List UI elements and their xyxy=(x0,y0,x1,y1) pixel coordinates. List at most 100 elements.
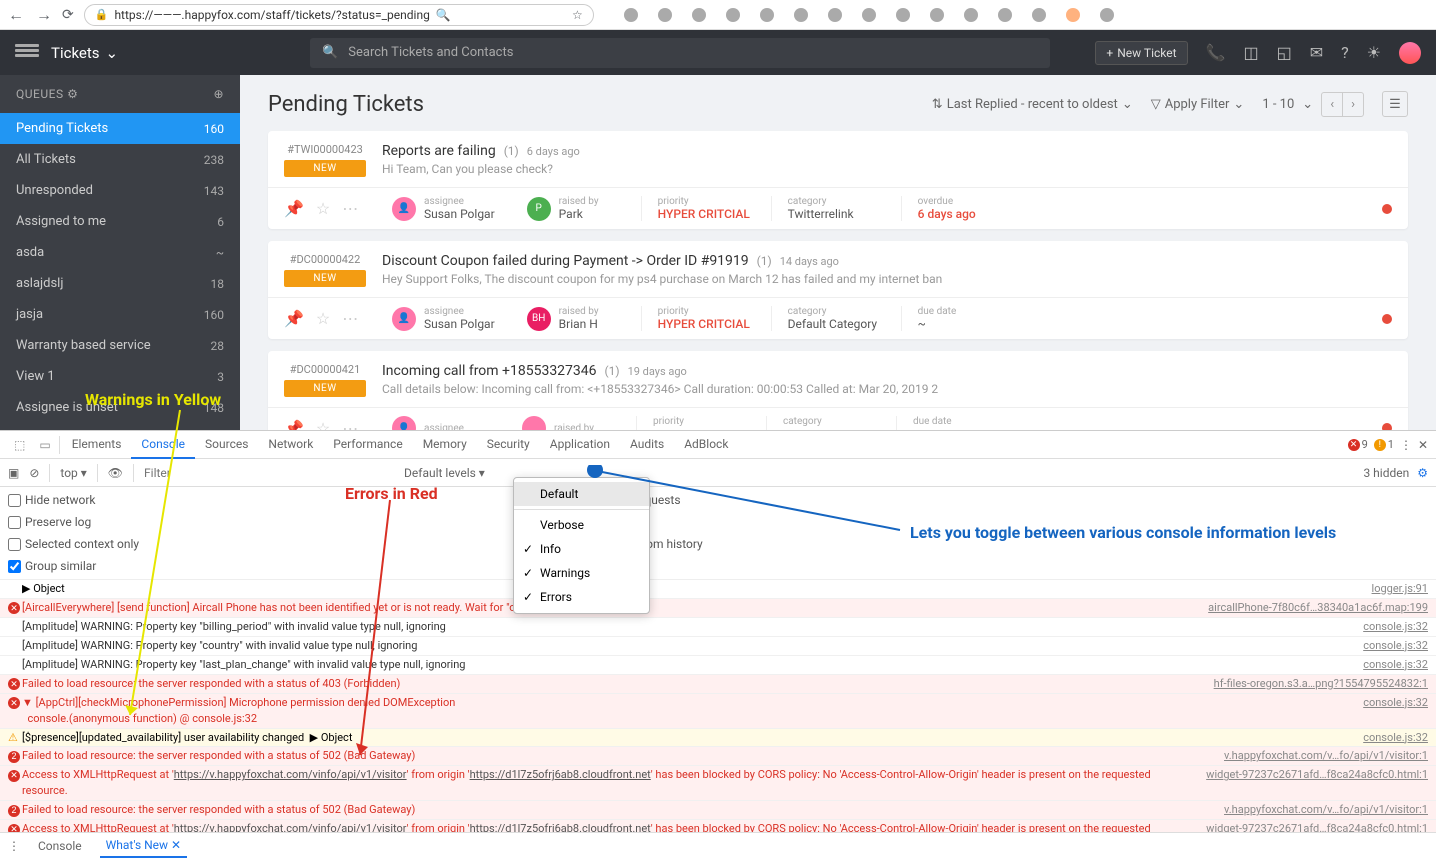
console-log-line[interactable]: ✕Access to XMLHttpRequest at 'https://v.… xyxy=(0,766,1436,801)
eye-icon[interactable]: 👁 xyxy=(108,466,123,480)
copy-icon[interactable]: ◱ xyxy=(1277,43,1292,62)
queue-item[interactable]: All Tickets238 xyxy=(0,144,240,175)
user-avatar[interactable] xyxy=(1399,42,1421,64)
console-filter-input[interactable] xyxy=(144,466,394,480)
ext-icon[interactable] xyxy=(930,8,944,22)
levels-option[interactable]: Verbose xyxy=(514,513,649,537)
devtools-tab[interactable]: AdBlock xyxy=(674,431,738,459)
forward-button[interactable]: → xyxy=(36,5,52,25)
sort-dropdown[interactable]: ⇅Last Replied - recent to oldest⌄ xyxy=(932,97,1133,112)
queue-item[interactable]: View 13 xyxy=(0,361,240,392)
pin-icon[interactable]: 📌 xyxy=(284,199,304,218)
console-log-line[interactable]: ✕Access to XMLHttpRequest at 'https://v.… xyxy=(0,820,1436,832)
console-setting[interactable]: Hide network xyxy=(8,493,139,507)
console-log-line[interactable]: [Amplitude] WARNING: Property key "last_… xyxy=(0,656,1436,675)
devtools-tab[interactable]: Performance xyxy=(323,431,412,459)
levels-option[interactable]: ✓Errors xyxy=(514,585,649,609)
devtools-tab[interactable]: Sources xyxy=(195,431,258,459)
inspect-icon[interactable]: ⬚ xyxy=(8,438,31,452)
console-setting[interactable]: Selected context only xyxy=(8,537,139,551)
reload-button[interactable]: ⟳ xyxy=(62,7,74,23)
devtools-tab[interactable]: Security xyxy=(477,431,540,459)
ticket-card[interactable]: #TWI00000423NEW Reports are failing(1)6 … xyxy=(268,131,1408,229)
context-select[interactable]: top ▾ xyxy=(60,466,86,480)
queue-item[interactable]: asda~ xyxy=(0,237,240,268)
ext-icon[interactable] xyxy=(692,8,706,22)
console-log-area[interactable]: ▶ Objectlogger.js:91✕[AircallEverywhere]… xyxy=(0,580,1436,832)
queue-item[interactable]: Warranty based service28 xyxy=(0,330,240,361)
ext-icon[interactable] xyxy=(624,8,638,22)
console-setting[interactable]: Group similar xyxy=(8,559,139,573)
warn-count[interactable]: !1 xyxy=(1374,438,1394,451)
console-log-line[interactable]: [Amplitude] WARNING: Property key "billi… xyxy=(0,618,1436,637)
more-icon[interactable]: ⋯ xyxy=(342,419,358,431)
console-log-line[interactable]: ✕[AircallEverywhere] [send function] Air… xyxy=(0,599,1436,618)
drawer-tab-whatsnew[interactable]: What's New ✕ xyxy=(100,834,187,858)
inbox-icon[interactable]: ✉ xyxy=(1310,43,1323,62)
console-setting[interactable]: Preserve log xyxy=(8,515,139,529)
queue-item[interactable]: jasja160 xyxy=(0,299,240,330)
ext-icon[interactable] xyxy=(1100,8,1114,22)
levels-dropdown[interactable]: Default levels ▾ xyxy=(404,466,485,480)
settings-icon[interactable]: ☀ xyxy=(1367,43,1381,62)
app-logo[interactable] xyxy=(15,44,39,62)
ticket-card[interactable]: #DC00000421NEW Incoming call from +18553… xyxy=(268,351,1408,430)
star-icon[interactable]: ☆ xyxy=(316,309,330,328)
console-settings-icon[interactable]: ⚙ xyxy=(1417,466,1428,480)
ext-icon[interactable] xyxy=(964,8,978,22)
ext-icon[interactable] xyxy=(760,8,774,22)
devtools-tab[interactable]: Network xyxy=(258,431,323,459)
queue-item[interactable]: Assigned to me6 xyxy=(0,206,240,237)
queue-item[interactable]: Assignee is unset148 xyxy=(0,392,240,423)
levels-option[interactable]: Default xyxy=(514,482,649,506)
console-log-line[interactable]: [Amplitude] WARNING: Property key "count… xyxy=(0,637,1436,656)
clear-console-icon[interactable]: ⊘ xyxy=(29,466,39,480)
devtools-tab[interactable]: Elements xyxy=(62,431,132,459)
search-url-icon[interactable]: 🔍 xyxy=(436,8,451,22)
next-page[interactable]: › xyxy=(1343,93,1363,116)
devtools-menu-icon[interactable]: ⋮ xyxy=(1400,438,1412,452)
star-icon[interactable]: ☆ xyxy=(316,199,330,218)
levels-option[interactable]: ✓Info xyxy=(514,537,649,561)
devtools-tab[interactable]: Console xyxy=(131,431,195,459)
pin-icon[interactable]: 📌 xyxy=(284,309,304,328)
ext-icon[interactable] xyxy=(1032,8,1046,22)
add-queue-button[interactable]: ⊕ xyxy=(213,87,224,101)
queue-item[interactable]: Pending Tickets160 xyxy=(0,113,240,144)
filter-dropdown[interactable]: ▽Apply Filter⌄ xyxy=(1151,97,1245,112)
sidebar-toggle-icon[interactable]: ▣ xyxy=(8,466,19,480)
pin-icon[interactable]: 📌 xyxy=(284,419,304,431)
help-icon[interactable]: ? xyxy=(1341,43,1349,62)
global-search[interactable]: 🔍 Search Tickets and Contacts xyxy=(310,38,1050,68)
star-icon[interactable]: ☆ xyxy=(316,419,330,431)
ext-icon[interactable] xyxy=(862,8,876,22)
levels-option[interactable]: ✓Warnings xyxy=(514,561,649,585)
prev-page[interactable]: ‹ xyxy=(1322,93,1343,116)
drawer-tab-console[interactable]: Console xyxy=(32,835,88,857)
drawer-menu-icon[interactable]: ⋮ xyxy=(8,839,20,853)
ext-icon[interactable] xyxy=(828,8,842,22)
console-log-line[interactable]: ⚠[$presence][updated_availability] user … xyxy=(0,729,1436,748)
ext-icon[interactable] xyxy=(726,8,740,22)
more-icon[interactable]: ⋯ xyxy=(342,199,358,218)
ext-icon[interactable] xyxy=(658,8,672,22)
ext-icon[interactable] xyxy=(1066,8,1080,22)
devtools-tab[interactable]: Memory xyxy=(413,431,477,459)
console-log-line[interactable]: ▶ Objectlogger.js:91 xyxy=(0,580,1436,599)
ext-icon[interactable] xyxy=(794,8,808,22)
devtools-tab[interactable]: Application xyxy=(540,431,620,459)
console-log-line[interactable]: 2Failed to load resource: the server res… xyxy=(0,747,1436,766)
ext-icon[interactable] xyxy=(998,8,1012,22)
console-log-line[interactable]: ✕Failed to load resource: the server res… xyxy=(0,675,1436,694)
console-log-line[interactable]: 2Failed to load resource: the server res… xyxy=(0,801,1436,820)
ext-icon[interactable] xyxy=(896,8,910,22)
device-icon[interactable]: ▭ xyxy=(33,438,56,452)
panels-icon[interactable]: ◫ xyxy=(1243,43,1258,62)
console-log-line[interactable]: ✕▼ [AppCtrl][checkMicrophonePermission] … xyxy=(0,694,1436,729)
more-icon[interactable]: ⋯ xyxy=(342,309,358,328)
queue-item[interactable]: aslajdslj18 xyxy=(0,268,240,299)
url-bar[interactable]: 🔒 https://———.happyfox.com/staff/tickets… xyxy=(84,4,594,26)
devtools-tab[interactable]: Audits xyxy=(620,431,674,459)
queue-item[interactable]: Unresponded143 xyxy=(0,175,240,206)
gear-icon[interactable]: ⚙ xyxy=(67,87,78,101)
